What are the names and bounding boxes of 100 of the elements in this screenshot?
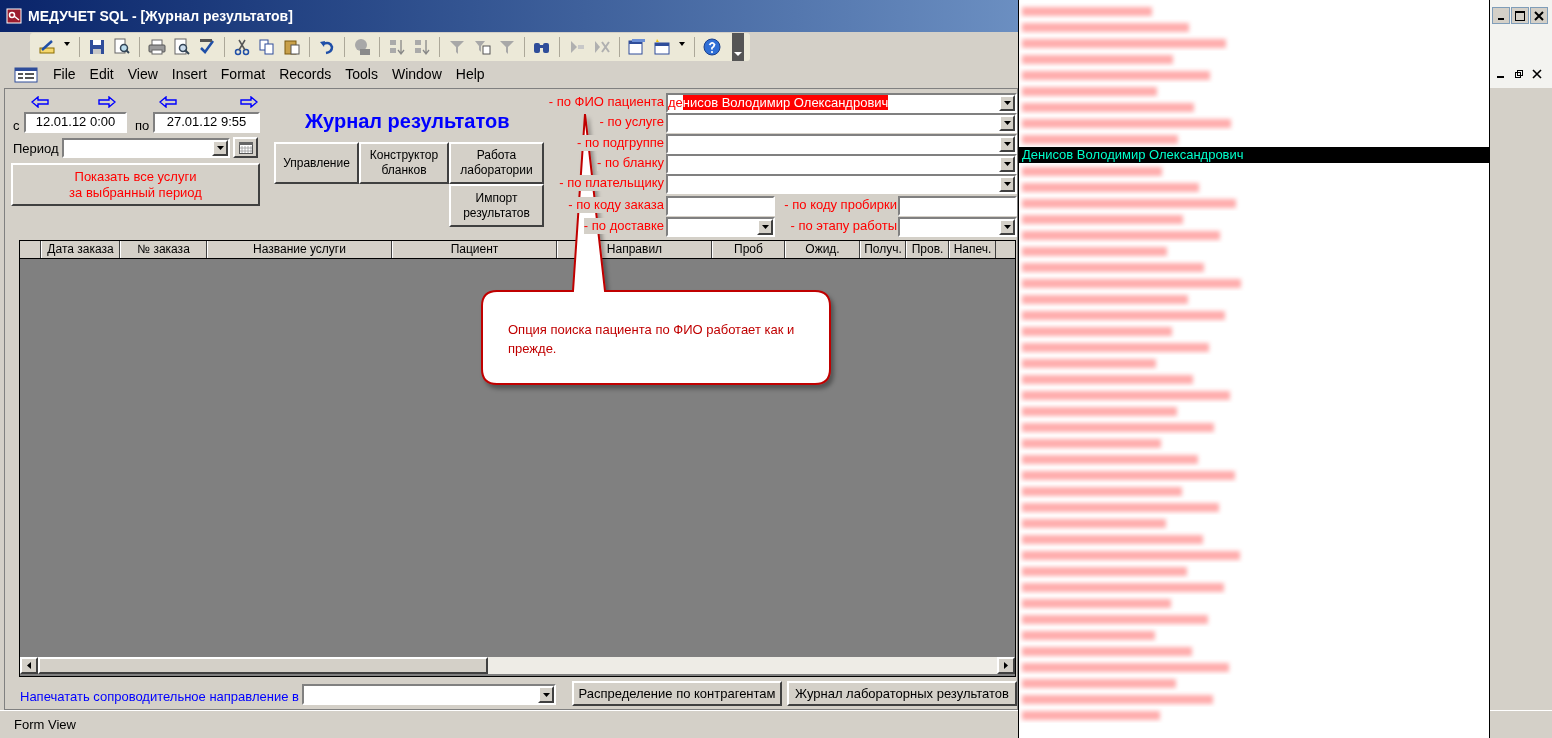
column-header[interactable]: Ожид. [785,241,860,258]
left-arrow-icon[interactable] [159,96,177,108]
menu-item[interactable]: Format [213,64,273,85]
caret-icon [734,51,742,57]
combo-field[interactable] [666,174,1017,194]
minimize-button[interactable] [1492,7,1510,24]
input-field[interactable] [666,196,775,216]
scroll-left-button[interactable] [20,657,38,674]
menu-item[interactable]: Window [384,64,449,85]
dropdown-button[interactable] [999,156,1015,172]
office-links-icon[interactable] [353,38,371,56]
form-button[interactable]: Работа лаборатории [449,142,544,184]
calendar-button[interactable] [233,137,258,158]
print-preview-icon[interactable] [173,38,191,56]
copy-icon[interactable] [258,38,276,56]
menu-item[interactable]: Tools [338,64,385,85]
field-label: по [135,117,150,135]
dropdown-button[interactable] [999,219,1015,235]
combo-field[interactable] [898,217,1017,237]
form-button[interactable]: Импорт результатов [449,184,544,227]
form-button[interactable]: Журнал лабораторных результатов [787,681,1017,706]
column-header[interactable]: № заказа [120,241,207,258]
toolbar-options-button[interactable] [732,33,744,61]
combo-field[interactable] [666,134,1017,154]
sort-ascending-icon[interactable] [388,38,406,56]
column-header[interactable]: Дата заказа [41,241,120,258]
column-header[interactable]: Название услуги [207,241,392,258]
scroll-thumb[interactable] [38,657,488,674]
left-arrow-icon [27,662,31,669]
close-button[interactable] [1530,7,1548,24]
field-label: с [13,117,20,135]
print-icon[interactable] [148,38,166,56]
maximize-button[interactable] [1511,7,1529,24]
menu-item[interactable]: Help [448,64,492,85]
right-arrow-icon[interactable] [98,96,116,108]
dropdown-button[interactable] [999,115,1015,131]
help-icon[interactable] [703,38,721,56]
dropdown-button[interactable] [999,95,1015,111]
caret-icon [761,225,769,229]
column-header[interactable]: Напеч. [949,241,996,258]
menu-item[interactable]: Records [272,64,339,85]
database-window-icon[interactable] [628,38,646,56]
form-icon[interactable] [14,66,38,83]
app-icon [6,8,22,24]
form-button[interactable]: Управление [274,142,359,184]
combo-field[interactable]: денисов Володимир Олександрович [666,93,1017,113]
column-header[interactable]: Получ. [860,241,906,258]
combo-field[interactable] [666,217,775,237]
cut-icon[interactable] [233,38,251,56]
caret-icon [1003,182,1011,186]
save-icon[interactable] [88,38,106,56]
menu-item[interactable]: File [46,64,83,85]
horizontal-scrollbar[interactable] [20,656,1015,674]
dropdown-button[interactable] [999,176,1015,192]
file-search-icon[interactable] [113,38,131,56]
filter-form-icon[interactable] [473,38,491,56]
new-object-icon[interactable] [653,38,671,56]
paste-icon[interactable] [283,38,301,56]
list-item[interactable]: Денисов Володимир Олександрович [1019,147,1489,163]
sort-descending-icon[interactable] [413,38,431,56]
design-view-icon[interactable] [38,38,56,56]
menu-item[interactable]: Insert [164,64,214,85]
menu-item[interactable]: Edit [82,64,121,85]
column-header[interactable]: Пациент [392,241,557,258]
dropdown-button[interactable] [212,140,228,156]
caret-icon [1003,162,1011,166]
dropdown-button[interactable] [538,686,554,703]
form-button[interactable]: Распределение по контрагентам [572,681,782,706]
form-button[interactable]: Конструктор бланков [359,142,449,184]
period-combo[interactable] [62,138,230,158]
combo-field[interactable] [666,154,1017,174]
minimize-icon [1498,17,1504,20]
close-icon[interactable] [1532,69,1542,79]
caret-icon [216,146,224,150]
combo-field[interactable] [302,684,556,705]
filter-label: - по доставке [583,218,664,234]
scroll-right-button[interactable] [997,657,1015,674]
caret-icon [1003,101,1011,105]
right-arrow-icon [1004,662,1008,669]
column-header[interactable]: Пров. [906,241,949,258]
dropdown-button[interactable] [757,219,773,235]
filter-label: - по коду пробирки [784,197,897,213]
right-arrow-icon[interactable] [240,96,258,108]
window-title: МЕДУЧЕТ SQL - [Журнал результатов] [28,6,293,26]
column-header[interactable]: Проб [712,241,785,258]
close-icon [1534,10,1544,21]
undo-icon[interactable] [318,38,336,56]
dropdown-button[interactable] [999,136,1015,152]
input-field[interactable] [898,196,1017,216]
calendar-icon [238,141,253,154]
date-field[interactable]: 12.01.12 0:00 [24,112,127,133]
filter-label: - по плательщику [559,175,664,191]
spelling-icon[interactable] [198,38,216,56]
left-arrow-icon[interactable] [31,96,49,108]
filter-label: - по бланку [597,155,664,171]
combo-field[interactable] [666,113,1017,133]
date-field[interactable]: 27.01.12 9:55 [153,112,260,133]
menu-item[interactable]: View [120,64,165,85]
restore-icon[interactable] [1514,69,1524,79]
maximize-icon [1515,10,1525,21]
